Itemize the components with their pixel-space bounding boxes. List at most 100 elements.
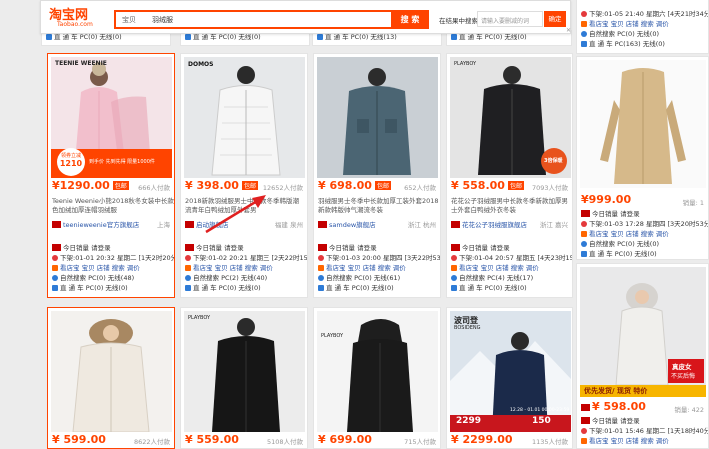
product-card[interactable]: 真皮女 不买后悔 优先发货/ 现货 特价 ¥ 598.00 销量: 422 今日… [576,263,709,449]
delist-info: 下架:01-04 20:57 星期五 [4天23时15分] [451,254,572,263]
product-title[interactable]: 羽绒服男士冬季中长款加厚工装外套2018 [318,197,439,206]
paid-count: 652人付款 [404,184,436,192]
search-box[interactable]: 宝贝 羽绒服 [114,10,414,29]
product-title[interactable]: 花花公子羽绒服男中长款冬季新款加厚男 [451,197,568,206]
natural-search-stats: 自然搜索 PC(4) 无线(17) [451,274,533,283]
product-card[interactable]: PLAYBOY ¥ 699.00 715人付款 [313,307,441,449]
promo-tag-sub: 不买后悔 [671,373,696,380]
paid-count: 666人付款 [138,184,170,192]
shop-link[interactable]: 启动旗舰店 [185,219,229,229]
product-image[interactable]: TEENIE WEENIE 领券立减 1210 到手价 先到先得 限量1000件 [51,57,172,178]
promo-text: 到手价 先到先得 限量1000件 [89,159,155,165]
product-image[interactable]: PLAYBOY [317,311,438,432]
product-price: ¥1290.00 包邮 [52,179,129,192]
taobao-search-results: { "header":{"logo":"淘宝网","logo_sub":"Tao… [0,0,709,449]
product-image[interactable]: 真皮女 不买后悔 优先发货/ 现货 特价 [580,267,706,397]
product-price: ¥999.00 [581,193,632,206]
brand-mark: PLAYBOY [454,61,477,67]
natural-search-stats: 自然搜索 PC(0) 无线(0) [581,240,659,249]
search-header: 淘宝网 Taobao.com 宝贝 羽绒服 搜 索 在结果中搜索 请输入要删减的… [40,0,571,34]
tools-links[interactable]: 看店宝 宝贝 店铺 搜索 调价 [52,264,140,273]
ad-stats: 直 通 车 PC(0) 无线(0) [581,250,657,259]
product-price: ¥ 559.00 [185,433,239,446]
product-title-line2[interactable]: 色加绒加厚连帽羽绒服 [52,206,117,215]
paid-count: 12652人付款 [262,184,303,192]
product-card[interactable]: ¥ 599.00 8622人付款 [47,307,175,449]
today-sales: 今日销量 请登录 [451,244,510,253]
promo-banner: 优先发货/ 现货 特价 [584,387,648,395]
product-image[interactable]: PLAYBOY 3倍保暖 [450,57,571,178]
paid-count: 1135人付款 [531,438,568,446]
shop-location: 浙江 嘉兴 [539,221,568,229]
brand-mark: TEENIE WEENIE [55,60,107,67]
natural-search-stats: 自然搜索 PC(2) 无线(40) [185,274,267,283]
tools-links[interactable]: 看店宝 宝贝 店铺 搜索 调价 [581,20,669,29]
promo-badge: 领券立减 1210 [57,148,85,176]
shop-link[interactable]: 花花公子羽绒服旗舰店 [451,219,527,229]
product-price: ¥ 558.00 包邮 [451,179,524,192]
ad-stats: 直 通 车 PC(0) 无线(0) [318,284,394,293]
product-price: ¥ 599.00 [52,433,106,446]
search-button[interactable]: 搜 索 [391,10,429,29]
search-category-select[interactable]: 宝贝 [122,15,136,25]
product-title-line2[interactable]: 新款韩版帅气潮流冬装 [318,206,383,215]
paid-count: 7093人付款 [531,184,568,192]
tools-links[interactable]: 看店宝 宝贝 店铺 搜索 调价 [185,264,273,273]
right-card-tail: 下架:01-05 21:40 星期六 [4天21时34分] 看店宝 宝贝 店铺 … [576,0,709,54]
search-input[interactable]: 羽绒服 [152,15,173,25]
product-image[interactable]: 波司登 BOSIDENG 12.28 - 01.01 00:00-23:59 2… [450,311,571,432]
today-sales: 今日销量 请登录 [581,417,640,426]
product-image[interactable] [580,60,706,188]
shop-link[interactable]: teenieweenie官方旗舰店 [52,219,139,229]
refine-label: 在结果中搜索 [439,17,478,25]
product-card[interactable]: PLAYBOY ¥ 559.00 5108人付款 [180,307,308,449]
tools-links[interactable]: 看店宝 宝贝 店铺 搜索 调价 [451,264,539,273]
product-image[interactable]: PLAYBOY [184,311,305,432]
promo-tag: 真皮女 [672,363,692,371]
product-card[interactable]: DOMOS ¥ 398.00 包邮 12652人付款 2018新款羽绒服男士中长款… [180,53,308,298]
brand-sub: BOSIDENG [454,325,481,331]
tools-links[interactable]: 看店宝 宝贝 店铺 搜索 调价 [581,437,669,446]
product-card[interactable]: 波司登 BOSIDENG 12.28 - 01.01 00:00-23:59 2… [446,307,573,449]
warmth-badge: 3倍保暖 [544,158,563,164]
shop-location: 上海 [157,221,170,229]
product-title-line2[interactable]: 士外套白鸭绒外衣冬装 [451,206,516,215]
ad-stats: 直 通 车 PC(0) 无线(0) [52,284,128,293]
shop-link[interactable]: samdew旗舰店 [318,219,376,229]
promo-date: 12.28 - 01.01 00:00-23:59 [510,408,570,413]
today-sales: 今日销量 请登录 [318,244,377,253]
ad-stats: 直 通 车 PC(163) 无线(0) [581,40,665,49]
taobao-logo-sub: Taobao.com [57,21,93,28]
product-card[interactable]: PLAYBOY 3倍保暖 ¥ 558.00 包邮 7093人付款 花花公子羽绒服男… [446,53,573,298]
refine-input[interactable]: 请输入要删减的词 [477,11,543,27]
product-price: ¥ 698.00 包邮 [318,179,391,192]
tools-links[interactable]: 看店宝 宝贝 店铺 搜索 调价 [318,264,406,273]
product-image[interactable]: DOMOS [184,57,305,178]
close-icon[interactable]: ✕ [566,27,571,34]
sales-count: 销量: 1 [682,199,704,207]
brand-mark: DOMOS [188,61,214,68]
product-title-line2[interactable]: 流青年白鸭绒加厚外套男 [185,206,257,215]
product-card[interactable]: ¥ 698.00 包邮 652人付款 羽绒服男士冬季中长款加厚工装外套2018 新… [313,53,441,298]
product-image[interactable] [317,57,438,178]
product-price: ¥ 2299.00 [451,433,513,446]
ad-stats: 直 通 车 PC(0) 无线(0) [46,33,122,42]
promo-price: 2299 [456,416,482,426]
delist-info: 下架:01-05 21:40 星期六 [4天21时34分] [581,10,708,19]
product-title[interactable]: 2018新款羽绒服男士中长款冬季韩版潮 [185,197,299,206]
product-title[interactable]: Teenie Weenie小熊2018秋冬女装中长款韩 [52,197,174,206]
delist-info: 下架:01-02 20:21 星期三 [2天22时15分] [185,254,307,263]
brand-mark: PLAYBOY [321,333,344,339]
product-image[interactable] [51,311,172,432]
today-sales: 今日销量 请登录 [185,244,244,253]
product-card[interactable]: ¥999.00 销量: 1 今日销量 请登录 下架:01-03 17:28 星期… [576,56,709,260]
tools-links[interactable]: 看店宝 宝贝 店铺 搜索 调价 [581,230,669,239]
product-price: ¥ 598.00 [581,400,646,413]
product-card[interactable]: TEENIE WEENIE 领券立减 1210 到手价 先到先得 限量1000件 … [47,53,175,298]
paid-count: 715人付款 [404,438,436,446]
ad-stats: 直 通 车 PC(0) 无线(0) [451,33,527,42]
ad-stats: 直 通 车 PC(0) 无线(13) [317,33,397,42]
refine-confirm-button[interactable]: 确定 [544,11,566,27]
product-price: ¥ 398.00 包邮 [185,179,258,192]
delist-info: 下架:01-03 20:00 星期四 [3天22时53分] [318,254,440,263]
